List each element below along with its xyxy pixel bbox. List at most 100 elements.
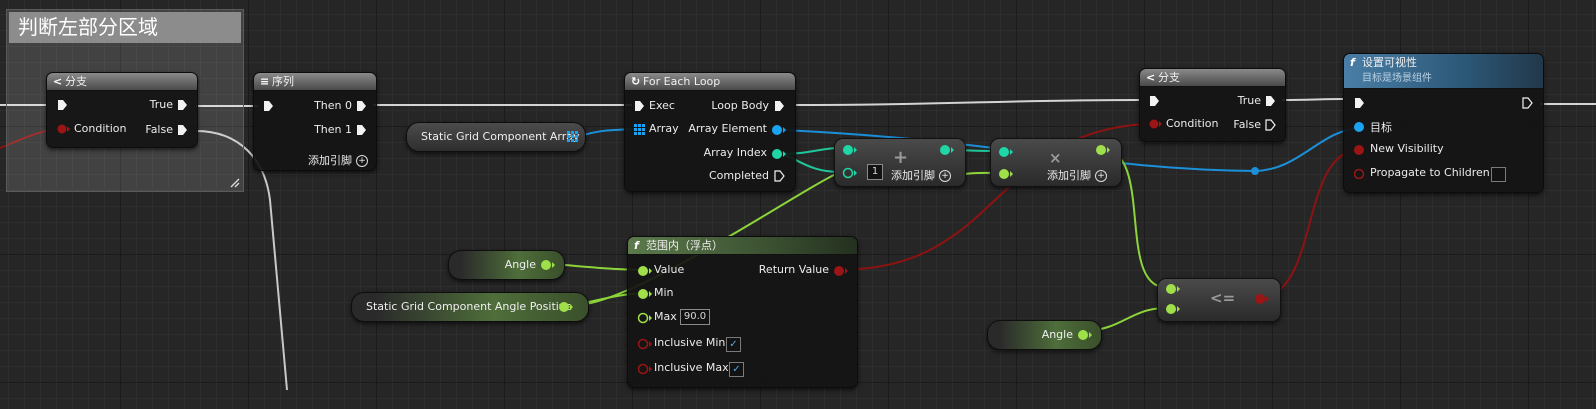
max-pin[interactable] bbox=[637, 312, 653, 324]
loop-body-label: Loop Body bbox=[711, 99, 769, 112]
node-header[interactable]: ↻ For Each Loop bbox=[625, 73, 795, 91]
var-label: Static Grid Component Angle Positive bbox=[366, 300, 573, 313]
int-out-pin[interactable] bbox=[939, 144, 955, 156]
exec-wire bbox=[1281, 98, 1344, 101]
set-visibility-node[interactable]: f 设置可视性 目标是场景组件 目标 New Visibility Propaga… bbox=[1343, 53, 1544, 193]
var-angle-2[interactable]: Angle bbox=[987, 320, 1102, 350]
exec-in-pin[interactable] bbox=[57, 99, 68, 111]
then0-label: Then 0 bbox=[314, 99, 352, 112]
node-header[interactable]: f 设置可视性 目标是场景组件 bbox=[1344, 54, 1543, 89]
inclusive-max-pin[interactable] bbox=[637, 363, 653, 375]
node-title: 序列 bbox=[272, 75, 294, 88]
exec-false-pin[interactable] bbox=[177, 124, 188, 136]
inclusive-max-checkbox[interactable]: ✓ bbox=[729, 362, 744, 377]
then0-pin[interactable] bbox=[356, 100, 367, 112]
var-angle-1[interactable]: Angle bbox=[448, 250, 565, 280]
var-static-grid-component-array[interactable]: Static Grid Component Array bbox=[406, 122, 586, 152]
array-element-pin[interactable] bbox=[771, 124, 787, 136]
min-pin[interactable] bbox=[637, 288, 653, 300]
add-pin-button[interactable]: 添加引脚 + bbox=[308, 152, 368, 168]
resize-grip-icon[interactable] bbox=[228, 176, 240, 188]
exec-in-pin[interactable] bbox=[1354, 97, 1365, 109]
plus-circle-icon: + bbox=[939, 170, 951, 182]
float-in-pin-b[interactable] bbox=[998, 168, 1014, 180]
exec-in-pin[interactable] bbox=[1149, 95, 1160, 107]
node-title: 分支 bbox=[1158, 71, 1180, 84]
false-label: False bbox=[145, 123, 173, 136]
new-visibility-pin[interactable] bbox=[1354, 145, 1368, 155]
loop-body-pin[interactable] bbox=[774, 100, 785, 112]
min-label: Min bbox=[654, 286, 674, 299]
new-visibility-label: New Visibility bbox=[1370, 142, 1444, 155]
node-title: For Each Loop bbox=[643, 75, 721, 88]
node-header[interactable]: f 范围内（浮点） bbox=[628, 237, 857, 255]
condition-pin[interactable] bbox=[1149, 119, 1163, 129]
branch-node-1[interactable]: < 分支 True Condition False bbox=[46, 72, 198, 148]
condition-label: Condition bbox=[74, 122, 127, 135]
float-in-pin-b[interactable] bbox=[1165, 303, 1181, 315]
add-operator-icon: + bbox=[893, 147, 909, 168]
condition-pin[interactable] bbox=[57, 124, 71, 134]
inclusive-min-checkbox[interactable]: ✓ bbox=[726, 337, 741, 352]
array-in-pin[interactable] bbox=[634, 124, 645, 135]
node-header[interactable]: < 分支 bbox=[47, 73, 197, 91]
var-label: Static Grid Component Array bbox=[421, 130, 580, 143]
plus-circle-icon: + bbox=[356, 155, 368, 167]
node-title: 分支 bbox=[65, 75, 87, 88]
exec-in-pin[interactable] bbox=[634, 100, 645, 112]
in-range-float-node[interactable]: f 范围内（浮点） Value Return Value Min Max 90.0… bbox=[627, 236, 858, 388]
propagate-pin[interactable] bbox=[1354, 169, 1368, 179]
float-out-pin[interactable] bbox=[540, 259, 556, 271]
function-icon: f bbox=[634, 239, 639, 252]
array-index-label: Array Index bbox=[703, 146, 767, 159]
for-each-loop-node[interactable]: ↻ For Each Loop Exec Loop Body Array Arra… bbox=[624, 72, 796, 192]
exec-false-pin[interactable] bbox=[1265, 119, 1276, 131]
array-index-pin[interactable] bbox=[771, 148, 787, 160]
wire-reroute-knot bbox=[1251, 167, 1259, 175]
inclusive-min-pin[interactable] bbox=[637, 338, 653, 350]
exec-out-pin[interactable] bbox=[1522, 97, 1533, 109]
exec-true-pin[interactable] bbox=[177, 99, 188, 111]
add-node[interactable]: 1 + 添加引脚 + bbox=[834, 138, 966, 187]
add-pin-button[interactable]: 添加引脚 + bbox=[1047, 167, 1107, 183]
add-pin-label: 添加引脚 bbox=[308, 154, 352, 167]
true-label: True bbox=[149, 98, 173, 111]
int-value-input[interactable]: 1 bbox=[867, 164, 883, 180]
array-label: Array bbox=[649, 122, 679, 135]
exec-true-pin[interactable] bbox=[1265, 95, 1276, 107]
less-equal-operator-icon: <= bbox=[1210, 289, 1236, 307]
sequence-node[interactable]: ≡ 序列 Then 0 Then 1 添加引脚 + bbox=[253, 72, 377, 171]
float-out-pin[interactable] bbox=[1077, 329, 1093, 341]
array-element-label: Array Element bbox=[688, 122, 767, 135]
branch-node-2[interactable]: < 分支 True Condition False bbox=[1139, 68, 1286, 142]
then1-pin[interactable] bbox=[356, 124, 367, 136]
float-out-pin[interactable] bbox=[1095, 144, 1111, 156]
less-equal-node[interactable]: <= bbox=[1157, 278, 1281, 322]
then1-label: Then 1 bbox=[314, 123, 352, 136]
comment-title[interactable]: 判断左部分区域 bbox=[9, 12, 241, 43]
array-pin-icon[interactable] bbox=[567, 131, 578, 142]
add-pin-button[interactable]: 添加引脚 + bbox=[891, 167, 951, 183]
node-header[interactable]: ≡ 序列 bbox=[254, 73, 376, 91]
exec-wire bbox=[794, 99, 1141, 106]
target-pin[interactable] bbox=[1354, 122, 1368, 132]
multiply-node[interactable]: × 添加引脚 + bbox=[990, 138, 1122, 187]
completed-pin[interactable] bbox=[774, 170, 785, 182]
propagate-checkbox[interactable] bbox=[1491, 167, 1506, 182]
float-out-pin[interactable] bbox=[558, 301, 574, 313]
multiply-operator-icon: × bbox=[1049, 149, 1062, 167]
bool-out-pin[interactable] bbox=[1254, 293, 1270, 305]
node-header[interactable]: < 分支 bbox=[1140, 69, 1285, 87]
float-in-pin-a[interactable] bbox=[1165, 283, 1181, 295]
branch-icon: < bbox=[53, 75, 63, 88]
node-subtitle: 目标是场景组件 bbox=[1362, 73, 1432, 84]
add-pin-label: 添加引脚 bbox=[1047, 169, 1091, 182]
int-in-pin-a[interactable] bbox=[998, 146, 1014, 158]
value-pin[interactable] bbox=[637, 265, 653, 277]
int-in-pin-a[interactable] bbox=[842, 144, 858, 156]
int-in-pin-b[interactable] bbox=[842, 167, 858, 179]
max-value-input[interactable]: 90.0 bbox=[680, 309, 710, 325]
var-static-grid-component-angle-positive[interactable]: Static Grid Component Angle Positive bbox=[351, 292, 589, 322]
return-value-pin[interactable] bbox=[833, 265, 849, 277]
exec-in-pin[interactable] bbox=[263, 100, 274, 112]
